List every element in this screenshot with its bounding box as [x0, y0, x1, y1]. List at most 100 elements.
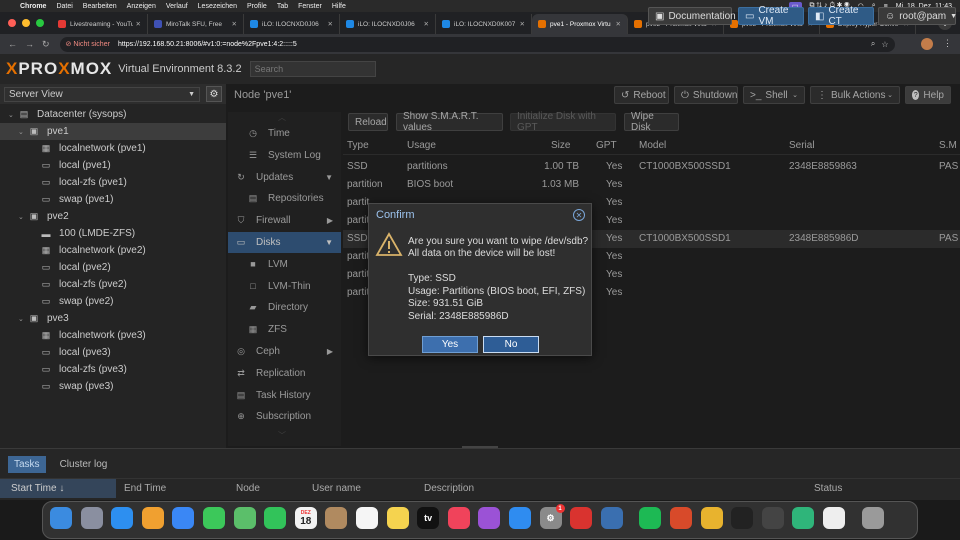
menu-lesezeichen[interactable]: Lesezeichen [198, 3, 237, 10]
sync-icon[interactable] [792, 507, 815, 529]
menu-anzeigen[interactable]: Anzeigen [127, 3, 156, 10]
notes-icon[interactable] [386, 507, 409, 529]
document-icon[interactable] [823, 507, 845, 529]
tree-item[interactable]: ▭ local (pve2) [0, 259, 226, 276]
back-icon[interactable]: ← [8, 39, 17, 49]
user-menu-button[interactable]: ☺ root@pam ▼ [878, 7, 957, 25]
tab-close-icon[interactable]: ✕ [136, 20, 141, 28]
calendar-icon[interactable]: DEZ 18 [294, 507, 317, 529]
profile-avatar[interactable] [921, 38, 933, 50]
maps-icon[interactable] [233, 507, 256, 529]
tree-toggle-icon[interactable]: ⌄ [18, 128, 26, 136]
music-icon[interactable] [447, 507, 470, 529]
menu-verlauf[interactable]: Verlauf [166, 3, 188, 10]
server-view-select[interactable]: Server View ▼ [4, 86, 200, 102]
menu-app-name[interactable]: Chrome [20, 3, 46, 10]
tree-item[interactable]: ▦ localnetwork (pve3) [0, 327, 226, 344]
browser-tab[interactable]: Livestreaming - YouTube✕ [52, 14, 148, 34]
create-vm-button[interactable]: ▭ Create VM [738, 5, 804, 27]
close-icon[interactable]: ✕ [573, 209, 585, 221]
browser-tab[interactable]: iLO: ILOCNXD0J06 ✕ [244, 14, 340, 34]
browser-tab[interactable]: iLO: ILOCNXD0J06 ✕ [340, 14, 436, 34]
search-input[interactable]: Search [249, 61, 376, 77]
appstore-icon[interactable] [509, 507, 531, 529]
appletv-icon[interactable]: tv [417, 507, 440, 529]
mail-icon[interactable] [172, 507, 195, 529]
facetime-icon[interactable] [264, 507, 287, 529]
browser-tab[interactable]: iLO: ILOCNXD0K007 ✕ [436, 14, 532, 34]
reload-icon[interactable]: ↻ [42, 39, 50, 50]
no-button[interactable]: No [483, 336, 539, 353]
url-field[interactable]: ⊘ Nicht sicher https://192.168.50.21:800… [59, 36, 895, 52]
gear-icon[interactable]: ⚙ [206, 86, 222, 102]
not-secure-badge[interactable]: ⊘ Nicht sicher [66, 40, 110, 48]
spotify-icon[interactable] [639, 507, 662, 529]
chrome-icon[interactable] [700, 507, 723, 529]
launchpad-icon[interactable] [80, 507, 103, 529]
create-ct-button[interactable]: ◧ Create CT [808, 5, 874, 27]
documentation-button[interactable]: ▣ Documentation [648, 7, 736, 25]
finder-icon[interactable] [50, 507, 72, 529]
tree-item[interactable]: ▭ swap (pve3) [0, 378, 226, 395]
bookmark-star-icon[interactable]: ☆ [881, 40, 888, 49]
reminders-icon[interactable] [356, 507, 378, 529]
browser-tab[interactable]: MiroTalk SFU, Free ✕ [148, 14, 244, 34]
tab-cluster-log[interactable]: Cluster log [54, 456, 114, 473]
tab-close-icon[interactable]: ✕ [520, 20, 525, 28]
trash-icon[interactable] [861, 507, 884, 529]
tree-item[interactable]: ⌄ ▣ pve3 [0, 310, 226, 327]
network-tool-icon[interactable] [600, 507, 623, 529]
photos-icon[interactable] [141, 507, 164, 529]
contacts-icon[interactable] [325, 507, 348, 529]
tree-item[interactable]: ⌄ ▣ pve1 [0, 123, 226, 140]
tree-item[interactable]: ▭ local (pve3) [0, 344, 226, 361]
chrome-menu-icon[interactable]: ⋮ [943, 38, 952, 50]
minimize-window-button[interactable] [22, 19, 30, 27]
tree-item[interactable]: ▭ local-zfs (pve2) [0, 276, 226, 293]
messages-icon[interactable] [203, 507, 225, 529]
menu-profile[interactable]: Profile [247, 3, 267, 10]
vpn-icon[interactable] [570, 507, 593, 529]
tree-toggle-icon[interactable]: ⌄ [18, 213, 26, 221]
tree-item[interactable]: ▦ localnetwork (pve1) [0, 140, 226, 157]
tab-tasks[interactable]: Tasks [8, 455, 46, 473]
tab-close-icon[interactable]: ✕ [232, 20, 237, 28]
tree-item[interactable]: ▦ localnetwork (pve2) [0, 242, 226, 259]
scrobbler-icon[interactable] [670, 507, 692, 529]
podcasts-icon[interactable] [478, 507, 501, 529]
tree-item[interactable]: ▬ 100 (LMDE-ZFS) [0, 225, 226, 242]
zoom-icon[interactable]: ⌕ [871, 39, 875, 49]
col-end-time[interactable]: End Time [124, 483, 166, 494]
close-window-button[interactable] [8, 19, 16, 27]
tree-item[interactable]: ▭ swap (pve1) [0, 191, 226, 208]
col-user-name[interactable]: User name [312, 483, 361, 494]
tree-item[interactable]: ⌄ ▤ Datacenter (sysops) [0, 106, 226, 123]
terminal-icon[interactable] [731, 507, 754, 529]
safari-icon[interactable] [111, 507, 134, 529]
zoom-window-button[interactable] [36, 19, 44, 27]
tree-item[interactable]: ▭ local-zfs (pve3) [0, 361, 226, 378]
browser-tab[interactable]: pve1 - Proxmox Virtu ✕ [532, 14, 628, 34]
menu-tab[interactable]: Tab [277, 3, 288, 10]
menu-fenster[interactable]: Fenster [298, 3, 322, 10]
col-start-time[interactable]: Start Time ↓ [0, 479, 116, 498]
menu-hilfe[interactable]: Hilfe [332, 3, 346, 10]
forward-icon[interactable]: → [25, 39, 34, 49]
tab-close-icon[interactable]: ✕ [328, 20, 333, 28]
tree-item[interactable]: ▭ local (pve1) [0, 157, 226, 174]
col-node[interactable]: Node [236, 483, 260, 494]
tree-toggle-icon[interactable]: ⌄ [18, 315, 26, 323]
tree-item[interactable]: ▭ swap (pve2) [0, 293, 226, 310]
menu-datei[interactable]: Datei [56, 3, 72, 10]
tab-close-icon[interactable]: ✕ [424, 20, 429, 28]
col-status[interactable]: Status [814, 483, 842, 494]
calculator-icon[interactable] [761, 507, 784, 529]
settings-icon[interactable]: ⚙ 1 [539, 504, 565, 529]
yes-button[interactable]: Yes [422, 336, 478, 353]
tree-item[interactable]: ⌄ ▣ pve2 [0, 208, 226, 225]
tree-item[interactable]: ▭ local-zfs (pve1) [0, 174, 226, 191]
tab-close-icon[interactable]: ✕ [616, 20, 621, 28]
col-description[interactable]: Description [424, 483, 474, 494]
menu-bearbeiten[interactable]: Bearbeiten [83, 3, 117, 10]
tree-toggle-icon[interactable]: ⌄ [8, 111, 16, 119]
